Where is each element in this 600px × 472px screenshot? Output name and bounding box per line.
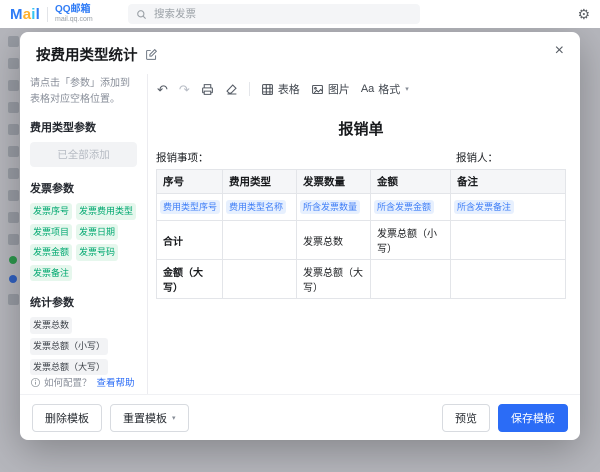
- table-cell[interactable]: [223, 260, 297, 299]
- logo-mail-text: Mail: [10, 6, 40, 23]
- view-help-link[interactable]: 查看帮助: [97, 375, 135, 389]
- stats-param-tag[interactable]: 发票总额（小写）: [30, 338, 108, 355]
- undo-icon[interactable]: ↶: [157, 83, 168, 96]
- parameter-panel: 请点击「参数」添加到表格对应空格位置。 费用类型参数 已全部添加 发票参数 发票…: [20, 74, 148, 394]
- editor-toolbar: ↶ ↷ 表格: [148, 74, 580, 104]
- col-header-invoice-count: 发票数量: [297, 170, 371, 194]
- invoice-param-tag[interactable]: 发票费用类型: [76, 203, 136, 220]
- table-header-row: 序号 费用类型 发票数量 金额 备注: [157, 170, 566, 194]
- help-row: 如何配置？ 查看帮助: [30, 375, 137, 389]
- total-amount-cell[interactable]: 发票总额（小写）: [371, 221, 451, 260]
- topbar: Mail QQ邮箱 mail.qq.com ⚙: [0, 0, 600, 28]
- dialog-body: 请点击「参数」添加到表格对应空格位置。 费用类型参数 已全部添加 发票参数 发票…: [20, 74, 580, 394]
- total-row: 合计 发票总数 发票总额（小写）: [157, 221, 566, 260]
- expense-table: 序号 费用类型 发票数量 金额 备注 费用类型序号 费用: [156, 169, 566, 299]
- settings-gear-icon[interactable]: ⚙: [577, 4, 590, 24]
- chevron-down-icon: ▾: [172, 414, 176, 422]
- invoice-param-tag[interactable]: 发票金额: [30, 244, 72, 261]
- delete-template-button[interactable]: 删除模板: [32, 404, 102, 432]
- col-header-remarks: 备注: [451, 170, 566, 194]
- format-menu-button[interactable]: Aa 格式 ▾: [361, 81, 409, 97]
- table-grid-icon: [261, 83, 274, 96]
- table-cell[interactable]: 所含发票数量: [297, 194, 371, 221]
- info-icon: [30, 377, 41, 388]
- invoice-section-label: 发票参数: [30, 180, 137, 196]
- table-cell[interactable]: [451, 260, 566, 299]
- close-icon[interactable]: ×: [553, 41, 566, 61]
- statistics-template-dialog: 按费用类型统计 × 请点击「参数」添加到表格对应空格位置。 费用类型参数 已全部…: [20, 32, 580, 440]
- image-icon: [311, 83, 324, 96]
- document-labels: 报销事项： 报销人：: [156, 150, 566, 166]
- table-cell[interactable]: 所含发票备注: [451, 194, 566, 221]
- caps-amount-row: 金额（大写） 发票总额（大写）: [157, 260, 566, 299]
- help-question: 如何配置？: [44, 375, 92, 389]
- inserted-param-tag[interactable]: 所含发票数量: [300, 200, 360, 214]
- reporter-label: 报销人：: [456, 150, 498, 165]
- total-label-cell[interactable]: 合计: [157, 221, 223, 260]
- table-cell[interactable]: [451, 221, 566, 260]
- col-header-amount: 金额: [371, 170, 451, 194]
- reset-template-button[interactable]: 重置模板 ▾: [110, 404, 189, 432]
- chevron-down-icon: ▾: [405, 85, 409, 93]
- total-count-cell[interactable]: 发票总数: [297, 221, 371, 260]
- stats-section-label: 统计参数: [30, 294, 137, 310]
- app-window: Mail QQ邮箱 mail.qq.com ⚙: [0, 0, 600, 472]
- dialog-header: 按费用类型统计 ×: [20, 32, 580, 74]
- workspace-background: 按费用类型统计 × 请点击「参数」添加到表格对应空格位置。 费用类型参数 已全部…: [0, 28, 600, 472]
- invoice-param-tag[interactable]: 发票备注: [30, 265, 72, 282]
- invoice-tag-list: 发票序号 发票费用类型 发票项目 发票日期 发票金额 发票号码 发票备注: [30, 203, 137, 281]
- document-title: 报销单: [156, 118, 566, 139]
- invoice-param-tag[interactable]: 发票序号: [30, 203, 72, 220]
- aa-icon: Aa: [361, 83, 374, 95]
- stats-param-tag[interactable]: 发票总额（大写）: [30, 359, 108, 376]
- table-cell[interactable]: 所含发票金额: [371, 194, 451, 221]
- inserted-param-tag[interactable]: 费用类型序号: [160, 200, 220, 214]
- table-cell[interactable]: 费用类型名称: [223, 194, 297, 221]
- inserted-param-tag[interactable]: 所含发票金额: [374, 200, 434, 214]
- dialog-title: 按费用类型统计: [36, 44, 138, 65]
- dialog-footer: 删除模板 重置模板 ▾ 预览 保存模板: [20, 394, 580, 440]
- expense-items-label: 报销事项：: [156, 152, 209, 164]
- edit-title-icon[interactable]: [145, 48, 158, 61]
- format-button-label: 格式: [378, 81, 400, 97]
- caps-value-cell[interactable]: 发票总额（大写）: [297, 260, 371, 299]
- eraser-icon[interactable]: [225, 83, 238, 96]
- caps-label-cell[interactable]: 金额（大写）: [157, 260, 223, 299]
- insert-image-button[interactable]: 图片: [311, 81, 350, 97]
- search-box[interactable]: [128, 4, 420, 24]
- invoice-param-tag[interactable]: 发票号码: [76, 244, 118, 261]
- print-icon[interactable]: [201, 83, 214, 96]
- toolbar-divider: [249, 82, 250, 96]
- template-editor: ↶ ↷ 表格: [148, 74, 580, 394]
- document-area[interactable]: 报销单 报销事项： 报销人： 序号 费用类型 发票数量: [148, 104, 580, 394]
- stats-tag-list: 发票总数 发票总额（小写） 发票总额（大写）: [30, 317, 137, 375]
- qqmail-logo[interactable]: Mail QQ邮箱 mail.qq.com: [10, 4, 93, 23]
- search-icon: [136, 9, 147, 20]
- col-header-expense-type: 费用类型: [223, 170, 297, 194]
- reset-template-label: 重置模板: [123, 410, 167, 426]
- image-button-label: 图片: [328, 81, 350, 97]
- inserted-param-tag[interactable]: 费用类型名称: [226, 200, 286, 214]
- save-template-button[interactable]: 保存模板: [498, 404, 568, 432]
- table-button-label: 表格: [278, 81, 300, 97]
- brand-text: QQ邮箱 mail.qq.com: [55, 4, 93, 23]
- table-cell[interactable]: 费用类型序号: [157, 194, 223, 221]
- stats-param-tag[interactable]: 发票总数: [30, 317, 72, 334]
- preview-button[interactable]: 预览: [442, 404, 490, 432]
- table-cell[interactable]: [371, 260, 451, 299]
- search-input[interactable]: [128, 4, 420, 24]
- expense-type-section-label: 费用类型参数: [30, 119, 137, 135]
- all-added-button: 已全部添加: [30, 142, 137, 167]
- parameter-row: 费用类型序号 费用类型名称 所含发票数量 所含发票金额 所含发票备注: [157, 194, 566, 221]
- table-cell[interactable]: [223, 221, 297, 260]
- insert-table-button[interactable]: 表格: [261, 81, 300, 97]
- parameter-hint: 请点击「参数」添加到表格对应空格位置。: [30, 76, 137, 107]
- logo-divider: [47, 7, 48, 22]
- invoice-param-tag[interactable]: 发票项目: [30, 224, 72, 241]
- col-header-index: 序号: [157, 170, 223, 194]
- inserted-param-tag[interactable]: 所含发票备注: [454, 200, 514, 214]
- redo-icon[interactable]: ↷: [179, 83, 190, 96]
- invoice-param-tag[interactable]: 发票日期: [76, 224, 118, 241]
